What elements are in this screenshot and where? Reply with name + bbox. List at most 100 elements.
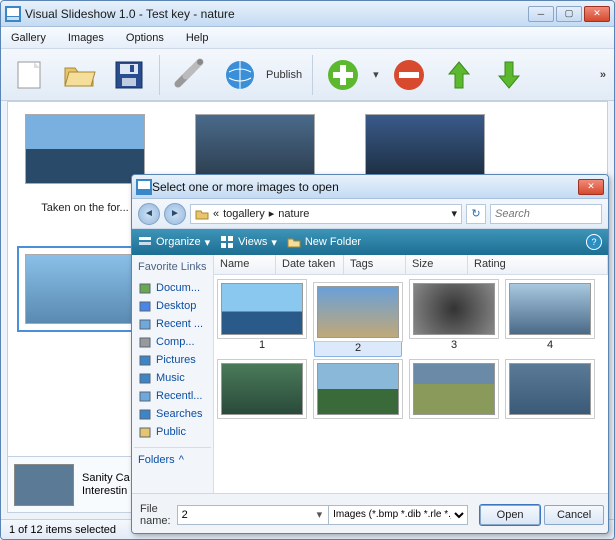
folders-toggle[interactable]: Folders ^ [134, 447, 211, 468]
folders-label: Folders [138, 454, 175, 466]
new-folder-label: New Folder [305, 236, 361, 248]
file-thumb[interactable]: 2 [314, 283, 402, 357]
chevron-right-icon: ▸ [269, 207, 275, 220]
file-image [509, 363, 591, 415]
app-icon [136, 179, 152, 195]
menu-images[interactable]: Images [64, 30, 108, 46]
help-button[interactable]: ? [586, 234, 602, 250]
file-label: 2 [317, 342, 399, 354]
file-list-pane: Name Date taken Tags Size Rating 1234 [214, 255, 608, 493]
new-folder-button[interactable]: New Folder [287, 235, 361, 249]
move-up-button[interactable] [439, 55, 479, 95]
cancel-button[interactable]: Cancel [544, 505, 604, 525]
search-input[interactable] [490, 204, 602, 224]
favorite-label: Comp... [156, 336, 195, 348]
minimize-button[interactable]: ─ [528, 6, 554, 22]
col-name[interactable]: Name [214, 255, 276, 274]
menu-help[interactable]: Help [182, 30, 213, 46]
favorite-link[interactable]: Public [134, 423, 211, 441]
remove-button[interactable] [389, 55, 429, 95]
favorite-label: Music [156, 372, 185, 384]
dialog-body: Favorite Links Docum...DesktopRecent ...… [132, 255, 608, 493]
file-label: 3 [410, 339, 498, 351]
col-tags[interactable]: Tags [344, 255, 406, 274]
new-button[interactable] [9, 55, 49, 95]
add-dropdown-icon[interactable]: ▾ [373, 68, 379, 81]
music-icon [138, 371, 152, 385]
main-toolbar: Publish ▾ » [1, 49, 614, 101]
organize-button[interactable]: Organize ▾ [138, 235, 210, 249]
settings-button[interactable] [170, 55, 210, 95]
dialog-titlebar[interactable]: Select one or more images to open ✕ [132, 175, 608, 199]
favorite-label: Pictures [156, 354, 196, 366]
main-title: Visual Slideshow 1.0 - Test key - nature [25, 7, 528, 21]
main-titlebar[interactable]: Visual Slideshow 1.0 - Test key - nature… [1, 1, 614, 27]
dialog-title: Select one or more images to open [152, 180, 578, 194]
file-image [317, 363, 399, 415]
folder-icon [138, 425, 152, 439]
file-thumb[interactable] [218, 363, 306, 419]
file-thumb[interactable]: 4 [506, 283, 594, 357]
file-thumb[interactable]: 3 [410, 283, 498, 357]
pictures-icon [138, 353, 152, 367]
add-button[interactable] [323, 55, 363, 95]
breadcrumb-part[interactable]: nature [278, 208, 309, 220]
open-button[interactable] [59, 55, 99, 95]
detail-thumbnail [14, 464, 74, 506]
file-thumb[interactable] [410, 363, 498, 419]
filetype-select[interactable]: Images (*.bmp *.dib *.rle *.jpg * [328, 505, 468, 525]
nav-back-button[interactable]: ◄ [138, 203, 160, 225]
filename-input[interactable] [177, 505, 329, 525]
refresh-button[interactable]: ↻ [466, 204, 486, 224]
open-button[interactable]: Open [480, 505, 540, 525]
chevron-down-icon[interactable]: ▾ [451, 207, 457, 220]
recent-icon [138, 317, 152, 331]
breadcrumb-part[interactable]: togallery [223, 208, 265, 220]
search-icon [138, 407, 152, 421]
recent-icon [138, 389, 152, 403]
file-image [221, 283, 303, 335]
close-button[interactable]: ✕ [584, 6, 610, 22]
favorite-link[interactable]: Desktop [134, 297, 211, 315]
menu-gallery[interactable]: Gallery [7, 30, 50, 46]
nav-forward-button[interactable]: ► [164, 203, 186, 225]
favorite-link[interactable]: Searches [134, 405, 211, 423]
file-thumb[interactable] [314, 363, 402, 419]
move-down-button[interactable] [489, 55, 529, 95]
col-date[interactable]: Date taken [276, 255, 344, 274]
favorites-header: Favorite Links [134, 259, 211, 279]
col-rating[interactable]: Rating [468, 255, 608, 274]
app-icon [5, 6, 21, 22]
views-button[interactable]: Views ▾ [220, 235, 277, 249]
favorite-link[interactable]: Recent ... [134, 315, 211, 333]
save-button[interactable] [109, 55, 149, 95]
menu-options[interactable]: Options [122, 30, 168, 46]
favorite-link[interactable]: Comp... [134, 333, 211, 351]
file-thumb[interactable] [506, 363, 594, 419]
dialog-toolbar: Organize ▾ Views ▾ New Folder ? [132, 229, 608, 255]
chevron-down-icon: ▾ [271, 236, 277, 249]
favorite-label: Searches [156, 408, 202, 420]
favorite-link[interactable]: Docum... [134, 279, 211, 297]
doc-icon [138, 281, 152, 295]
file-thumb[interactable]: 1 [218, 283, 306, 357]
file-thumbs: 1234 [214, 275, 608, 493]
publish-button[interactable] [220, 55, 260, 95]
favorite-link[interactable]: Pictures [134, 351, 211, 369]
breadcrumb[interactable]: « togallery ▸ nature ▾ [190, 204, 462, 224]
favorite-link[interactable]: Recentl... [134, 387, 211, 405]
file-label: 4 [506, 339, 594, 351]
toolbar-overflow-icon[interactable]: » [600, 69, 606, 81]
favorite-label: Public [156, 426, 186, 438]
breadcrumb-sep: « [213, 208, 219, 220]
col-size[interactable]: Size [406, 255, 468, 274]
dialog-close-button[interactable]: ✕ [578, 179, 604, 195]
publish-label: Publish [266, 69, 302, 81]
file-image [221, 363, 303, 415]
maximize-button[interactable]: ▢ [556, 6, 582, 22]
window-buttons: ─ ▢ ✕ [528, 6, 610, 22]
favorite-link[interactable]: Music [134, 369, 211, 387]
folder-icon [287, 235, 301, 249]
chevron-down-icon[interactable]: ▾ [317, 508, 323, 521]
favorite-label: Recentl... [156, 390, 202, 402]
